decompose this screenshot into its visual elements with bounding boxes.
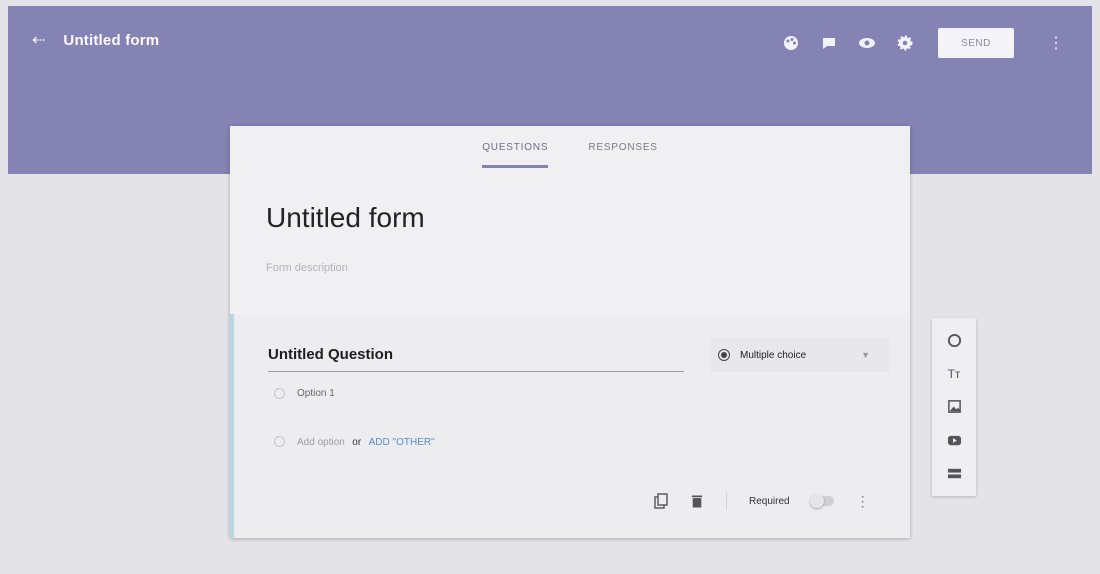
add-section-icon[interactable] [946, 465, 962, 481]
radio-button-icon [718, 349, 730, 361]
duplicate-icon[interactable] [654, 493, 668, 509]
tab-responses[interactable]: RESPONSES [588, 142, 657, 168]
add-option-link[interactable]: Add option [297, 437, 345, 448]
option-1-input[interactable]: Option 1 [297, 388, 335, 399]
add-title-icon[interactable]: Tт [946, 366, 962, 382]
more-vert-icon[interactable]: ⋮ [1048, 33, 1064, 53]
form-description-field[interactable]: Form description [266, 262, 425, 274]
arrow-back-icon[interactable]: ⇠ [32, 30, 45, 50]
comment-icon[interactable] [820, 34, 838, 52]
radio-empty-icon [274, 388, 285, 399]
question-card[interactable]: Untitled Question Multiple choice ▼ Opti… [230, 314, 910, 538]
footer-divider [726, 492, 727, 510]
form-title-field[interactable]: Untitled form [266, 202, 425, 234]
add-option-row: Add option or ADD "OTHER" [274, 432, 435, 450]
palette-icon[interactable] [782, 34, 800, 52]
option-row: Option 1 [274, 388, 335, 399]
required-label: Required [749, 495, 790, 507]
chevron-down-icon: ▼ [861, 350, 870, 360]
header-form-title[interactable]: Untitled form [63, 32, 159, 49]
form-card: QUESTIONS RESPONSES Untitled form Form d… [230, 126, 910, 538]
add-or-text: or [352, 437, 362, 448]
required-toggle[interactable] [809, 494, 834, 508]
tab-bar: QUESTIONS RESPONSES [230, 142, 910, 168]
add-question-icon[interactable] [946, 333, 962, 349]
question-type-label: Multiple choice [740, 349, 807, 361]
tab-questions[interactable]: QUESTIONS [482, 142, 549, 168]
delete-icon[interactable] [690, 493, 704, 509]
settings-gear-icon[interactable] [896, 34, 914, 52]
header-left: ⇠ Untitled form [32, 30, 159, 50]
more-vert-icon[interactable]: ⋮ [856, 493, 870, 510]
side-toolbar: Tт [932, 318, 976, 496]
add-other-link[interactable]: ADD "OTHER" [369, 437, 435, 448]
form-title-area: Untitled form Form description [266, 202, 425, 274]
question-type-dropdown[interactable]: Multiple choice ▼ [710, 338, 890, 372]
radio-empty-icon [274, 435, 285, 447]
header-actions: SEND ⋮ [782, 28, 1064, 58]
question-title-input[interactable]: Untitled Question [268, 346, 684, 372]
send-button[interactable]: SEND [938, 28, 1014, 58]
question-footer: Required ⋮ [654, 492, 870, 510]
add-video-icon[interactable] [946, 432, 962, 448]
add-image-icon[interactable] [946, 399, 962, 415]
preview-eye-icon[interactable] [858, 34, 876, 52]
